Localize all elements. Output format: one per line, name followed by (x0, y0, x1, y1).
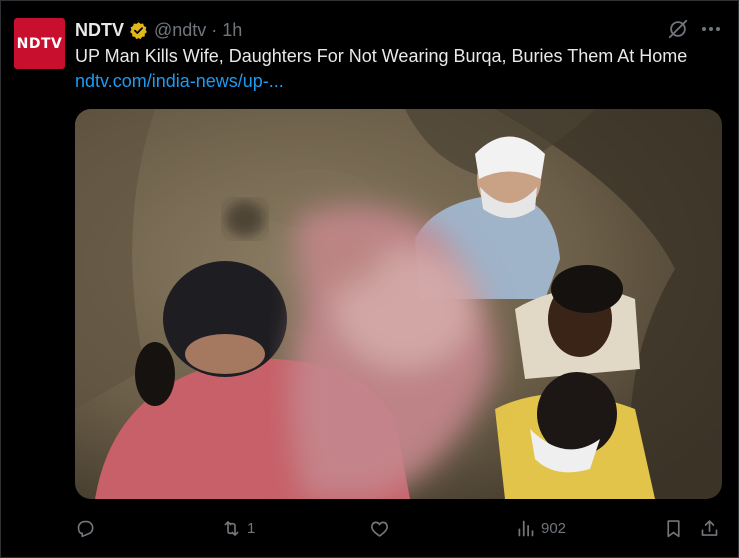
like-icon (371, 521, 388, 537)
views-count: 902 (541, 519, 567, 537)
more-icon[interactable] (701, 22, 721, 36)
share-button[interactable] (699, 513, 720, 543)
avatar-logo-text: NDTV (16, 35, 63, 52)
retweet-button[interactable]: 1 (221, 513, 255, 543)
grok-icon[interactable] (667, 18, 689, 40)
bookmark-button[interactable] (663, 513, 684, 543)
tweet-media-image[interactable] (75, 109, 722, 499)
retweet-icon (224, 520, 239, 536)
tweet-text: UP Man Kills Wife, Daughters For Not Wea… (75, 46, 688, 66)
article-link[interactable]: ndtv.com/india-news/up-... (75, 71, 284, 92)
avatar[interactable]: NDTV (14, 18, 65, 69)
tweet-header: NDTV @ndtv · 1h (75, 18, 242, 42)
reply-icon (77, 520, 94, 537)
author-name[interactable]: NDTV (75, 20, 124, 41)
retweet-count: 1 (247, 519, 256, 537)
timestamp[interactable]: 1h (222, 20, 242, 41)
bookmark-icon (667, 519, 680, 537)
media-scene (75, 109, 722, 499)
separator-dot: · (211, 19, 218, 40)
share-icon (701, 519, 718, 536)
views-icon (518, 520, 534, 536)
tweet-card[interactable]: NDTV NDTV @ndtv · 1h UP Man Kills Wife, … (0, 0, 739, 558)
verified-badge-icon (130, 21, 147, 39)
action-bar: 1 902 (75, 513, 725, 543)
views-button[interactable]: 902 (515, 513, 566, 543)
author-handle[interactable]: @ndtv (154, 20, 206, 41)
like-button[interactable] (369, 513, 395, 543)
reply-button[interactable] (75, 513, 101, 543)
